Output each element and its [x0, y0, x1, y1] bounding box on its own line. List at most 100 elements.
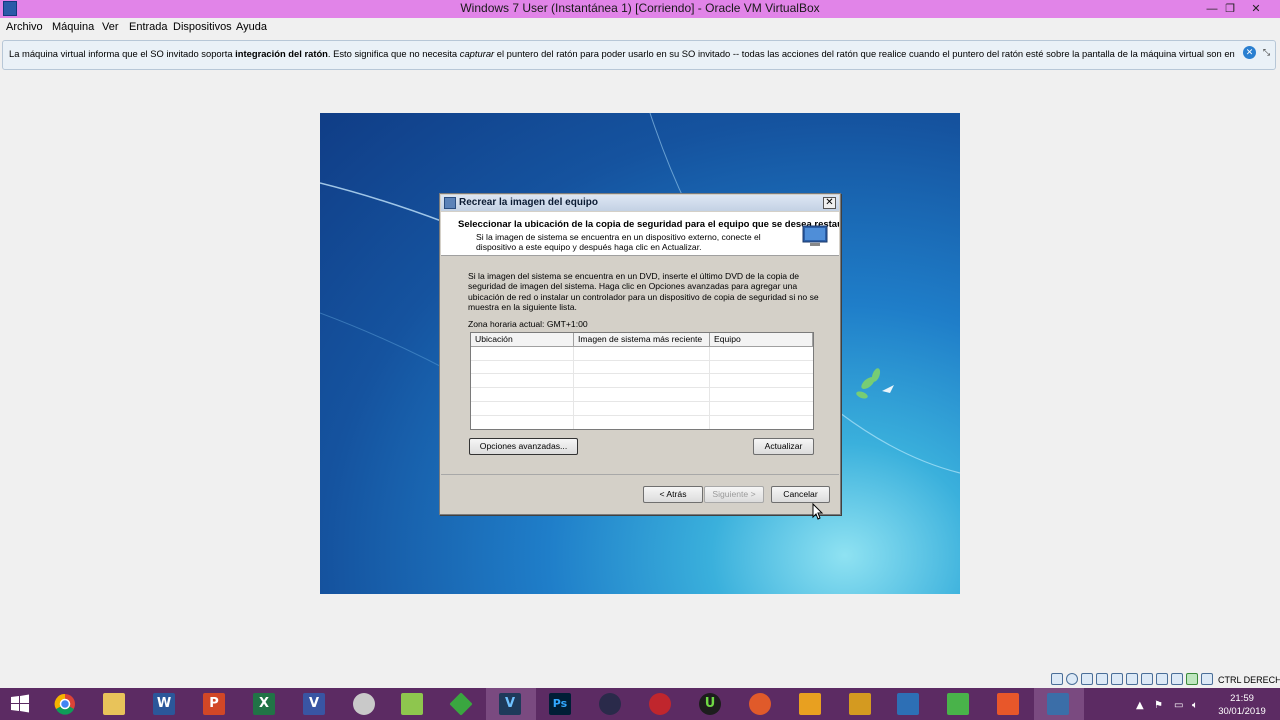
- column-header-latest-image[interactable]: Imagen de sistema más reciente: [574, 333, 710, 347]
- sims-glyph: [401, 693, 423, 715]
- dialog-close-button[interactable]: ✕: [823, 197, 836, 209]
- word-icon[interactable]: W: [140, 688, 190, 720]
- network-tray-icon[interactable]: ▭: [1174, 700, 1183, 711]
- windows-taskbar: W P X V V Ps U: [0, 688, 1280, 720]
- vm-glyph: [1047, 693, 1069, 715]
- excel-glyph: X: [253, 693, 275, 715]
- clock-time: 21:59: [1230, 693, 1254, 704]
- dialog-separator: [441, 474, 839, 475]
- dialog-subheading: Si la imagen de sistema se encuentra en …: [476, 232, 761, 252]
- host-key-label: CTRL DERECHA: [1218, 675, 1280, 685]
- menu-ver[interactable]: Ver: [102, 21, 119, 33]
- infobar-text: . Esto significa que no necesita: [327, 48, 460, 59]
- maximize-button[interactable]: ❐: [1218, 0, 1242, 18]
- upwork-glyph: U: [699, 693, 721, 715]
- menu-ayuda[interactable]: Ayuda: [236, 21, 267, 33]
- taskbar-clock[interactable]: 21:59 30/01/2019: [1210, 692, 1274, 718]
- windows7-vm-icon[interactable]: [1034, 688, 1084, 720]
- menu-bar: Archivo Máquina Ver Entrada Dispositivos…: [0, 18, 1280, 37]
- refresh-button[interactable]: Actualizar: [753, 438, 814, 455]
- menu-dispositivos[interactable]: Dispositivos: [173, 21, 232, 33]
- shared-folders-icon[interactable]: [1126, 673, 1138, 685]
- mouse-integration-icon[interactable]: [1201, 673, 1213, 685]
- computer-icon: [802, 225, 828, 246]
- word-glyph: W: [153, 693, 175, 715]
- backup-location-list[interactable]: Ubicación Imagen de sistema más reciente…: [470, 332, 814, 430]
- close-button[interactable]: ✕: [1244, 0, 1268, 18]
- row-divider: [471, 415, 813, 416]
- menu-maquina[interactable]: Máquina: [52, 21, 94, 33]
- app-glyph: [799, 693, 821, 715]
- camtasia-recorder-icon[interactable]: [984, 688, 1034, 720]
- window-title: Windows 7 User (Instantánea 1) [Corriend…: [460, 1, 820, 15]
- display-icon[interactable]: [1141, 673, 1153, 685]
- dont-show-again-icon[interactable]: ✕: [1243, 46, 1256, 59]
- row-divider: [471, 360, 813, 361]
- file-explorer-icon[interactable]: [90, 688, 140, 720]
- menu-archivo[interactable]: Archivo: [6, 21, 43, 33]
- clock-date: 30/01/2019: [1218, 706, 1266, 717]
- folder-icon: [103, 693, 125, 715]
- powerpoint-glyph: P: [203, 693, 225, 715]
- usb-icon[interactable]: [1111, 673, 1123, 685]
- visio-glyph: V: [303, 693, 325, 715]
- diamond-glyph: [449, 692, 473, 716]
- virtualization-icon[interactable]: [1186, 673, 1198, 685]
- dialog-description: Si la imagen del sistema se encuentra en…: [468, 271, 819, 313]
- app-icon[interactable]: [636, 688, 686, 720]
- ps-glyph: Ps: [549, 693, 571, 715]
- video-capture-icon[interactable]: [1156, 673, 1168, 685]
- network-icon[interactable]: [1096, 673, 1108, 685]
- app-glyph: [749, 693, 771, 715]
- infobar-italic-text: capturar: [459, 48, 495, 59]
- vbox-glyph: [897, 693, 919, 715]
- cpu-icon[interactable]: [1171, 673, 1183, 685]
- optical-drive-icon[interactable]: [1066, 673, 1078, 685]
- app-glyph: [849, 693, 871, 715]
- column-header-computer[interactable]: Equipo: [710, 333, 813, 347]
- timezone-label: Zona horaria actual: GMT+1:00: [468, 319, 588, 329]
- app-icon[interactable]: [786, 688, 836, 720]
- infobar-message: La máquina virtual informa que el SO inv…: [9, 48, 1235, 59]
- virtualbox-icon[interactable]: [884, 688, 934, 720]
- start-button[interactable]: [0, 688, 40, 720]
- dialog-title: Recrear la imagen del equipo: [459, 197, 598, 208]
- window-titlebar[interactable]: Windows 7 User (Instantánea 1) [Corriend…: [0, 0, 1280, 18]
- flag-icon[interactable]: ⚑: [1154, 700, 1163, 711]
- app-icon[interactable]: [586, 688, 636, 720]
- volume-icon[interactable]: 🔈︎: [1192, 700, 1198, 711]
- vs-glyph: V: [499, 693, 521, 715]
- tray-overflow-icon[interactable]: ▲: [1136, 700, 1144, 711]
- sims-icon[interactable]: [388, 688, 438, 720]
- visual-studio-icon[interactable]: V: [486, 688, 536, 720]
- app-icon[interactable]: [340, 688, 390, 720]
- app-glyph: [353, 693, 375, 715]
- chrome-icon[interactable]: [40, 688, 90, 720]
- row-divider: [471, 373, 813, 374]
- app-icon[interactable]: [736, 688, 786, 720]
- app-glyph: [599, 693, 621, 715]
- infobar-text: La máquina virtual informa que el SO inv…: [9, 48, 236, 59]
- sims-diamond-icon[interactable]: [437, 688, 487, 720]
- advanced-options-button[interactable]: Opciones avanzadas...: [469, 438, 578, 455]
- row-divider: [471, 401, 813, 402]
- chrome-logo: [54, 693, 75, 715]
- cancel-button[interactable]: Cancelar: [771, 486, 830, 503]
- back-button[interactable]: < Atrás: [643, 486, 703, 503]
- excel-icon[interactable]: X: [240, 688, 290, 720]
- app-icon[interactable]: [836, 688, 886, 720]
- camtasia-icon[interactable]: [934, 688, 984, 720]
- column-header-location[interactable]: Ubicación: [471, 333, 574, 347]
- visio-icon[interactable]: V: [290, 688, 340, 720]
- audio-icon[interactable]: [1081, 673, 1093, 685]
- powerpoint-icon[interactable]: P: [190, 688, 240, 720]
- close-infobar-icon[interactable]: ⤡: [1260, 46, 1273, 59]
- photoshop-icon[interactable]: Ps: [536, 688, 586, 720]
- hard-disk-icon[interactable]: [1051, 673, 1063, 685]
- app-glyph: [649, 693, 671, 715]
- upwork-icon[interactable]: U: [686, 688, 736, 720]
- next-button[interactable]: Siguiente >: [704, 486, 764, 503]
- menu-entrada[interactable]: Entrada: [129, 21, 168, 33]
- infobar-bold-text: integración del ratón: [235, 48, 328, 59]
- dialog-titlebar[interactable]: Recrear la imagen del equipo ✕: [441, 195, 839, 211]
